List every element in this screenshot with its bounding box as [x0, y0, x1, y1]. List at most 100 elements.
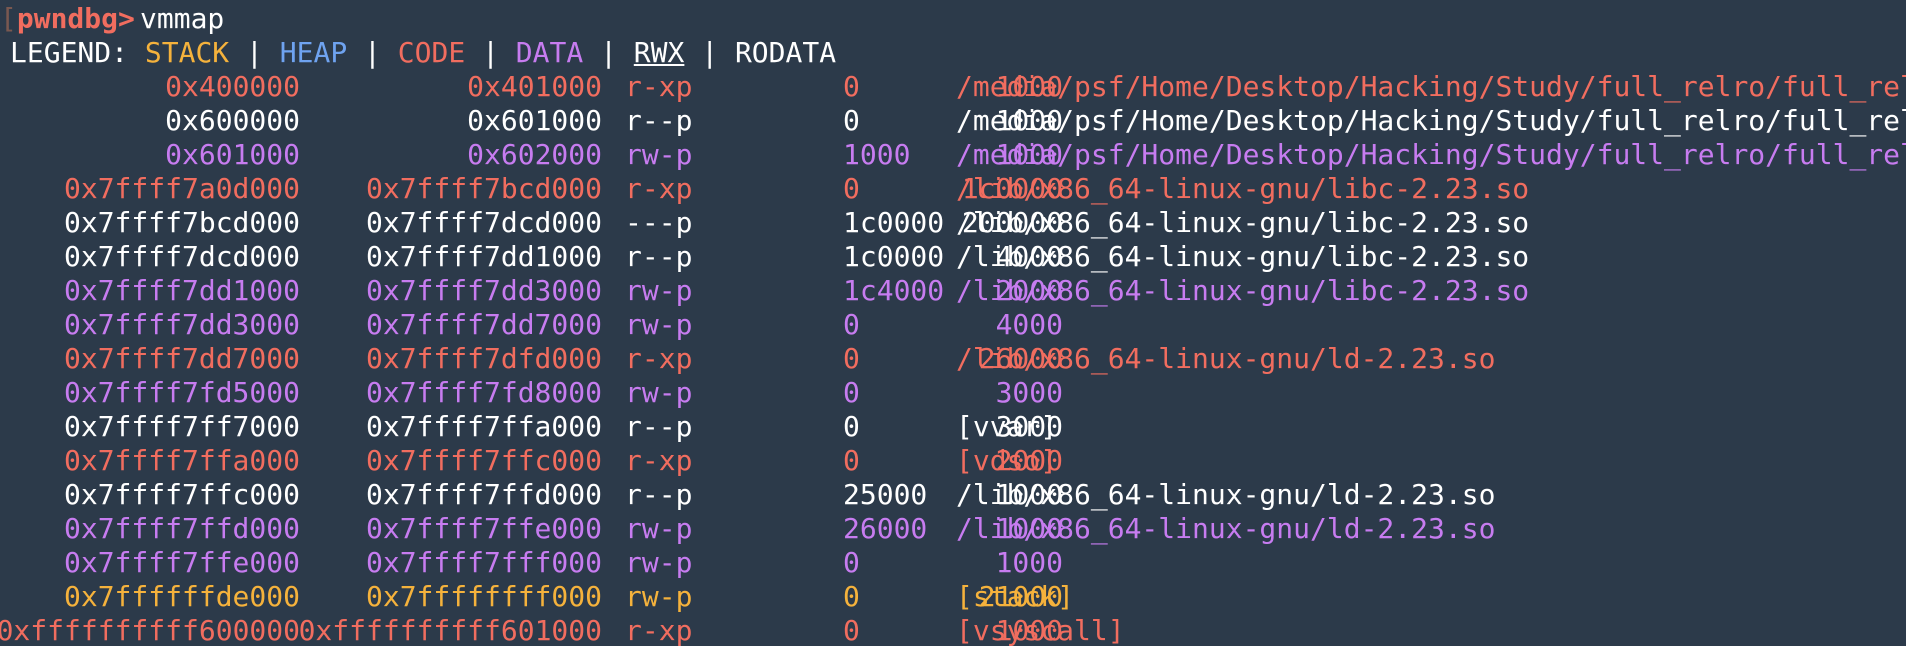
mapping-start-address: 0x7ffff7a0d000 — [63, 172, 300, 205]
vmmap-row: 0x7ffff7ffd000 0x7ffff7ffe000 rw-p 1000 2600… — [0, 512, 1906, 546]
vmmap-row: 0x7ffff7ffa000 0x7ffff7ffc000 r-xp 2000 0 [vd… — [0, 444, 1906, 478]
mapping-permissions: r-xp — [625, 444, 693, 477]
pwndbg-prompt: [pwndbg> — [0, 2, 135, 35]
terminal-window[interactable]: [pwndbg> vmmap LEGEND: STACK | HEAP | CO… — [0, 0, 1906, 646]
vmmap-row: 0x601000 0x602000 rw-p 1000 1000/media/psf/H… — [0, 138, 1906, 172]
vmmap-row: 0x7ffff7ff7000 0x7ffff7ffa000 r--p 3000 0 [vv… — [0, 410, 1906, 444]
mapping-path: [vvar] — [956, 410, 1058, 443]
mapping-path: /lib/x86_64-linux-gnu/libc-2.23.so — [956, 206, 1530, 239]
legend-stack: STACK — [144, 36, 230, 69]
vmmap-row: 0x7ffff7dd7000 0x7ffff7dfd000 r-xp 26000 0/l… — [0, 342, 1906, 376]
mapping-offset: 26000 — [843, 512, 928, 545]
command-text: vmmap — [140, 2, 225, 35]
mapping-permissions: rw-p — [625, 376, 693, 409]
mapping-end-address: 0x7ffff7fff000 — [365, 546, 602, 579]
mapping-path: /media/psf/Home/Desktop/Hacking/Study/fu… — [956, 70, 1906, 103]
mapping-end-address: 0x7ffff7ffd000 — [365, 478, 602, 511]
mapping-path: [vdso] — [956, 444, 1058, 477]
mapping-start-address: 0x7ffff7dd1000 — [63, 274, 300, 307]
mapping-start-address: 0x7ffff7fd5000 — [63, 376, 300, 409]
mapping-permissions: rw-p — [625, 308, 693, 341]
legend-separator: | — [482, 36, 499, 69]
mapping-end-address: 0x7ffff7dd1000 — [365, 240, 602, 273]
mapping-end-address: 0x7ffff7dcd000 — [365, 206, 602, 239]
mapping-offset: 25000 — [843, 478, 928, 511]
mapping-path: /media/psf/Home/Desktop/Hacking/Study/fu… — [956, 138, 1906, 171]
mapping-size: 4000 — [995, 308, 1063, 341]
vmmap-row: 0xffffffffff600000 0xffffffffff601000 r-xp… — [0, 614, 1906, 646]
mapping-start-address: 0xffffffffff600000 — [0, 614, 300, 646]
mapping-start-address: 0x7ffff7dd7000 — [63, 342, 300, 375]
legend-label: LEGEND: — [10, 36, 129, 69]
mapping-end-address: 0x7ffff7dd7000 — [365, 308, 602, 341]
mapping-start-address: 0x7ffff7ffc000 — [63, 478, 300, 511]
mapping-end-address: 0x7ffff7bcd000 — [365, 172, 602, 205]
mapping-offset: 1c0000 — [843, 240, 945, 273]
legend-separator: | — [246, 36, 263, 69]
mapping-start-address: 0x7ffffffde000 — [63, 580, 300, 613]
mapping-permissions: r--p — [625, 104, 693, 137]
legend-separator: | — [364, 36, 381, 69]
mapping-path: /lib/x86_64-linux-gnu/libc-2.23.so — [956, 274, 1530, 307]
vmmap-row: 0x7ffff7ffc000 0x7ffff7ffd000 r--p 1000 2500… — [0, 478, 1906, 512]
mapping-permissions: rw-p — [625, 512, 693, 545]
mapping-path: /lib/x86_64-linux-gnu/libc-2.23.so — [956, 172, 1530, 205]
mapping-offset: 0 — [843, 308, 860, 341]
legend-rwx: RWX — [633, 36, 685, 69]
mapping-end-address: 0x7ffff7fd8000 — [365, 376, 602, 409]
mapping-start-address: 0x601000 — [165, 138, 300, 171]
mapping-end-address: 0x602000 — [467, 138, 602, 171]
vmmap-row: 0x7ffffffde000 0x7ffffffff000 rw-p 21000 0 [s… — [0, 580, 1906, 614]
vmmap-row: 0x400000 0x401000 r-xp 1000 0/media/psf/Home… — [0, 70, 1906, 104]
mapping-permissions: rw-p — [625, 546, 693, 579]
mapping-permissions: r-xp — [625, 172, 693, 205]
mapping-offset: 0 — [843, 70, 860, 103]
vmmap-row: 0x7ffff7bcd000 0x7ffff7dcd000 ---p 200000 1c… — [0, 206, 1906, 240]
mapping-offset: 0 — [843, 172, 860, 205]
mapping-path: /lib/x86_64-linux-gnu/libc-2.23.so — [956, 240, 1530, 273]
mapping-start-address: 0x7ffff7dd3000 — [63, 308, 300, 341]
mapping-permissions: r--p — [625, 410, 693, 443]
mapping-path: [vsyscall] — [956, 614, 1125, 646]
mapping-start-address: 0x7ffff7ff7000 — [63, 410, 300, 443]
mapping-end-address: 0x7ffff7dd3000 — [365, 274, 602, 307]
mapping-end-address: 0x7ffff7dfd000 — [365, 342, 602, 375]
mapping-end-address: 0x7ffff7ffe000 — [365, 512, 602, 545]
vmmap-row: 0x7ffff7dcd000 0x7ffff7dd1000 r--p 4000 1c00… — [0, 240, 1906, 274]
mapping-offset: 0 — [843, 444, 860, 477]
vmmap-row: 0x7ffff7fd5000 0x7ffff7fd8000 rw-p 3000 0 — [0, 376, 1906, 410]
mapping-offset: 0 — [843, 410, 860, 443]
legend-separator: | — [701, 36, 719, 69]
mapping-path: /lib/x86_64-linux-gnu/ld-2.23.so — [956, 342, 1496, 375]
mapping-permissions: rw-p — [625, 580, 693, 613]
mapping-offset: 1000 — [843, 138, 911, 171]
vmmap-row: 0x7ffff7dd1000 0x7ffff7dd3000 rw-p 2000 1c40… — [0, 274, 1906, 308]
legend-separator: | — [600, 36, 617, 69]
vmmap-row: 0x600000 0x601000 r--p 1000 0/media/psf/Home… — [0, 104, 1906, 138]
mapping-end-address: 0x7ffffffff000 — [365, 580, 602, 613]
mapping-offset: 0 — [843, 614, 860, 646]
mapping-permissions: r--p — [625, 240, 693, 273]
mapping-path: /lib/x86_64-linux-gnu/ld-2.23.so — [956, 478, 1496, 511]
mapping-start-address: 0x7ffff7bcd000 — [63, 206, 300, 239]
mapping-end-address: 0x401000 — [467, 70, 602, 103]
mapping-end-address: 0x7ffff7ffc000 — [365, 444, 602, 477]
prompt-line: [pwndbg> vmmap — [0, 2, 1906, 36]
vmmap-row: 0x7ffff7ffe000 0x7ffff7fff000 rw-p 1000 0 — [0, 546, 1906, 580]
legend: LEGEND: STACK | HEAP | CODE | DATA | RWX… — [10, 36, 836, 70]
mapping-start-address: 0x600000 — [165, 104, 300, 137]
mapping-start-address: 0x400000 — [165, 70, 300, 103]
mapping-offset: 0 — [843, 546, 860, 579]
mapping-offset: 1c0000 — [843, 206, 945, 239]
mapping-end-address: 0x601000 — [467, 104, 602, 137]
mapping-path: /lib/x86_64-linux-gnu/ld-2.23.so — [956, 512, 1496, 545]
mapping-path: [stack] — [956, 580, 1075, 613]
vmmap-row: 0x7ffff7dd3000 0x7ffff7dd7000 rw-p 4000 0 — [0, 308, 1906, 342]
mapping-permissions: r--p — [625, 478, 693, 511]
vmmap-row: 0x7ffff7a0d000 0x7ffff7bcd000 r-xp 1c0000 0/… — [0, 172, 1906, 206]
vmmap-table: 0x400000 0x401000 r-xp 1000 0/media/psf/Home… — [0, 70, 1906, 646]
mapping-start-address: 0x7ffff7ffa000 — [63, 444, 300, 477]
mapping-permissions: r-xp — [625, 70, 693, 103]
legend-heap: HEAP — [279, 36, 348, 69]
mapping-permissions: r-xp — [625, 614, 693, 646]
